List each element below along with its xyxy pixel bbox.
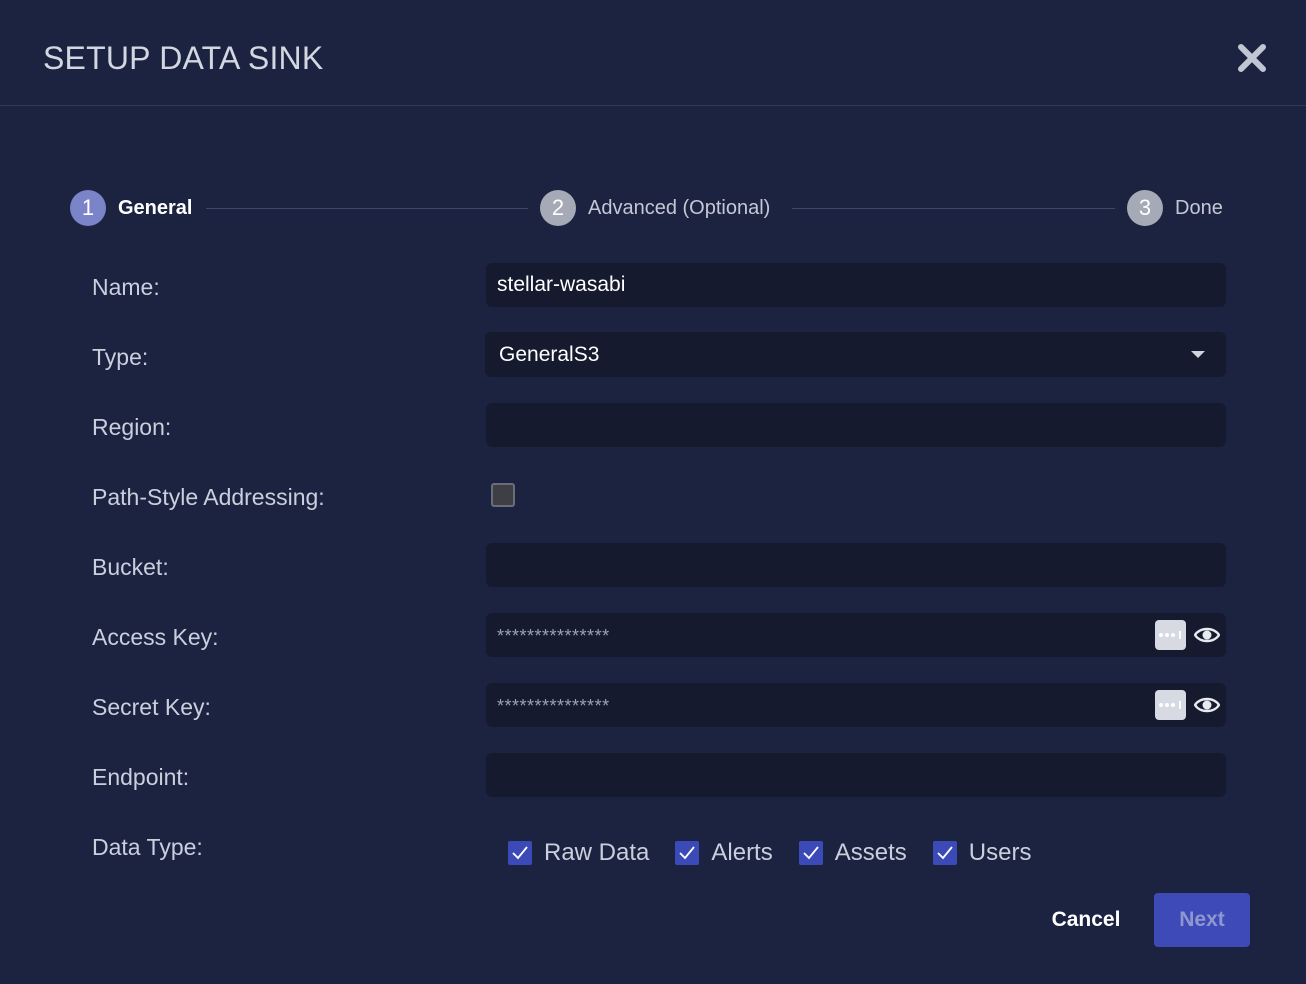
cancel-button[interactable]: Cancel [1034,893,1138,947]
step-general[interactable]: 1 General [70,188,192,228]
step-label: Done [1175,196,1223,219]
checkmark-icon [512,846,528,860]
checkbox-checked[interactable] [932,841,957,865]
type-select-value: GeneralS3 [499,342,600,366]
endpoint-field [486,753,1226,797]
step-number: 1 [70,190,106,226]
access-key-field[interactable]: *************** [486,613,1226,657]
password-keypad-icon[interactable] [1155,690,1186,720]
data-type-option-label: Users [968,839,1032,866]
region-input[interactable] [486,403,1226,447]
data-type-alerts[interactable]: Alerts [675,839,773,867]
data-type-option-label: Assets [834,839,907,866]
data-type-label: Data Type: [92,834,203,860]
secret-key-masked-value: *************** [497,696,610,716]
endpoint-input[interactable] [486,753,1226,797]
data-type-option-label: Raw Data [544,839,650,866]
region-label: Region: [92,414,172,440]
dialog-title: SETUP DATA SINK [43,40,324,76]
close-icon [1238,44,1266,72]
secret-key-label: Secret Key: [92,694,211,720]
data-type-option-label: Alerts [711,839,773,866]
type-select[interactable]: GeneralS3 [485,332,1226,377]
password-keypad-icon[interactable] [1155,620,1186,650]
close-button[interactable] [1236,42,1268,74]
chevron-down-icon [1191,351,1205,358]
name-label: Name: [92,274,160,300]
type-label: Type: [92,344,149,370]
access-key-label: Access Key: [92,624,219,650]
endpoint-label: Endpoint: [92,764,190,790]
bucket-input[interactable] [486,543,1226,587]
step-advanced[interactable]: 2 Advanced (Optional) [540,188,770,228]
checkbox-checked[interactable] [798,841,823,865]
checkmark-icon [803,846,819,860]
region-field [486,403,1226,447]
dialog-header: SETUP DATA SINK [0,0,1306,106]
step-label: General [118,196,193,219]
data-type-users[interactable]: Users [932,839,1032,867]
wizard-stepper: 1 General 2 Advanced (Optional) 3 Done [0,188,1306,228]
eye-icon[interactable] [1194,625,1220,645]
step-number: 3 [1127,190,1163,226]
bucket-field [486,543,1226,587]
name-input[interactable] [486,263,1226,307]
data-type-assets[interactable]: Assets [798,839,907,867]
secret-key-field[interactable]: *************** [486,683,1226,727]
access-key-masked-value: *************** [497,626,610,646]
step-done[interactable]: 3 Done [1127,188,1223,228]
path-style-label: Path-Style Addressing: [92,484,325,510]
bucket-label: Bucket: [92,554,169,580]
data-type-options: Raw Data Alerts Assets Users [508,838,1031,868]
checkmark-icon [679,846,696,860]
name-field [486,263,1226,307]
step-connector [792,208,1115,209]
checkbox-checked[interactable] [508,841,532,865]
step-connector [206,208,528,209]
step-label: Advanced (Optional) [588,196,771,219]
eye-icon[interactable] [1194,695,1220,715]
checkbox-checked[interactable] [675,841,700,865]
data-type-raw-data[interactable]: Raw Data [508,839,649,867]
checkmark-icon [937,846,953,860]
path-style-checkbox[interactable] [491,483,515,507]
next-button[interactable]: Next [1154,893,1250,947]
step-number: 2 [540,190,576,226]
